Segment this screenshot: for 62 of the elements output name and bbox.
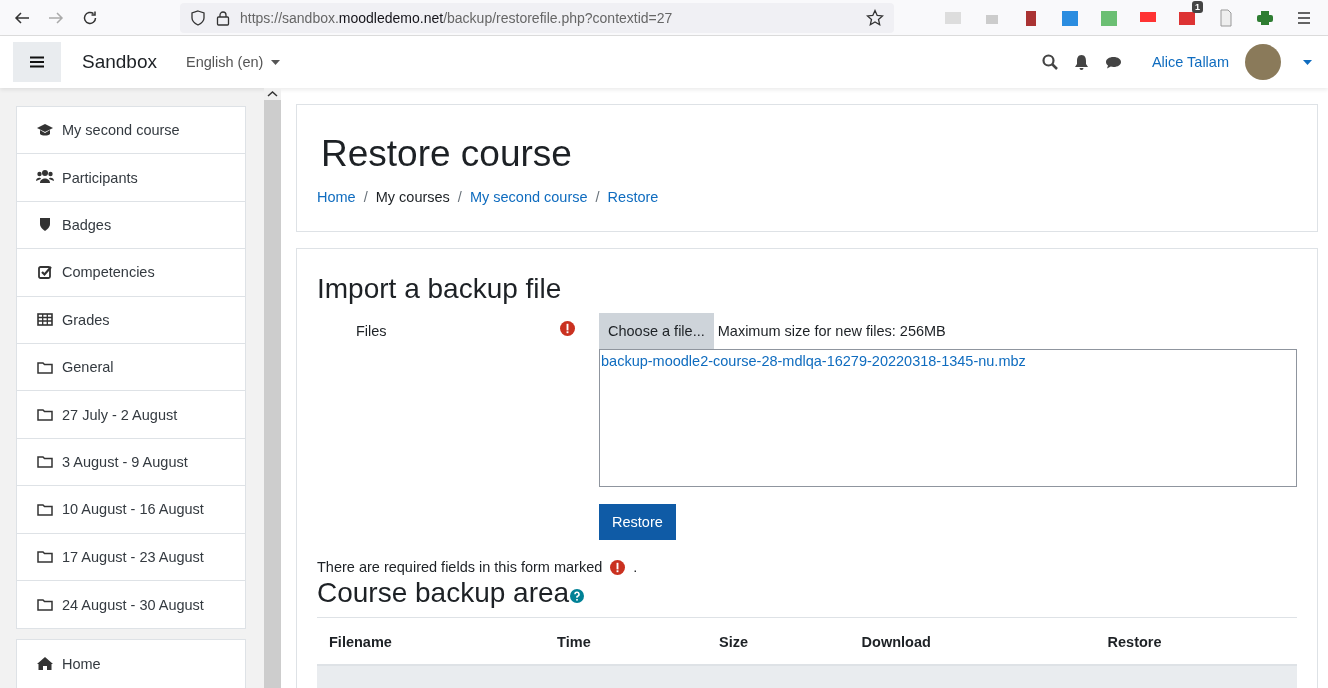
sidebar-item[interactable]: My second course <box>17 107 245 155</box>
sidebar-item[interactable]: General <box>17 343 245 392</box>
breadcrumb-link[interactable]: My second course <box>469 189 588 205</box>
caret-icon <box>271 59 281 65</box>
breadcrumb-separator: / <box>595 189 600 205</box>
required-note-end: . <box>633 559 638 575</box>
check-icon <box>36 263 54 281</box>
chat-icon[interactable] <box>1104 54 1122 70</box>
sidebar-item[interactable]: 27 July - 2 August <box>17 391 245 439</box>
notification-badge: 1 <box>1192 0 1203 13</box>
choose-file-button[interactable]: Choose a file... <box>599 313 714 349</box>
sidebar-item[interactable]: Competencies <box>17 249 245 297</box>
sidebar-item[interactable]: Grades <box>17 296 245 344</box>
scroll-up-icon[interactable] <box>264 88 281 100</box>
folder-icon <box>36 596 54 614</box>
max-size-text: Maximum size for new files: 256MB <box>717 323 946 339</box>
file-drop-area[interactable]: backup-moodle2-course-28-mdlqa-16279-20220318-1345-nu.mbz <box>599 349 1297 487</box>
sidebar-item[interactable]: 10 August - 16 August <box>17 486 245 534</box>
menu-button[interactable] <box>13 42 61 82</box>
back-icon <box>14 9 30 26</box>
section-title: Course backup area <box>317 577 570 609</box>
restore-button[interactable]: Restore <box>599 504 676 540</box>
folder-icon <box>36 453 54 471</box>
field-label: Files <box>355 322 388 341</box>
page-title: Restore course <box>321 133 573 175</box>
home-icon <box>36 655 54 673</box>
star-icon[interactable] <box>866 8 884 27</box>
menu-icon <box>30 56 44 68</box>
help-icon[interactable] <box>570 589 585 603</box>
sidebar-item[interactable]: Home <box>17 640 245 688</box>
sidebar-item[interactable]: 17 August - 23 August <box>17 533 245 581</box>
file-link[interactable]: backup-moodle2-course-28-mdlqa-16279-20220318-1345-nu.mbz <box>601 353 1026 369</box>
required-icon <box>560 321 575 336</box>
folder-icon <box>36 406 54 424</box>
sidebar-item[interactable]: 3 August - 9 August <box>17 438 245 487</box>
avatar[interactable] <box>1245 44 1281 80</box>
folder-icon <box>36 548 54 566</box>
sidebar-item[interactable]: Badges <box>17 201 245 250</box>
address-bar[interactable]: https://sandbox.moodledemo.net/backup/restorefile.php?contextid=27 <box>180 2 894 33</box>
bell-icon[interactable] <box>1073 54 1089 70</box>
reload-icon <box>82 9 98 26</box>
required-note: There are required fields in this form marked <box>317 559 603 575</box>
breadcrumb-text: My courses <box>375 189 450 205</box>
breadcrumb-link[interactable]: Home <box>317 189 356 205</box>
forward-icon <box>48 9 64 26</box>
breadcrumb-separator: / <box>363 189 368 205</box>
sidebar-item[interactable]: 24 August - 30 August <box>17 580 245 629</box>
table-icon <box>36 311 54 329</box>
caret-icon[interactable] <box>1303 59 1312 65</box>
site-name[interactable]: Sandbox <box>82 51 157 73</box>
required-icon <box>610 559 626 575</box>
section-title: Import a backup file <box>317 273 563 305</box>
user-name[interactable]: Alice Tallam <box>1151 54 1229 70</box>
breadcrumb-separator: / <box>457 189 462 205</box>
breadcrumb-link[interactable]: Restore <box>607 189 659 205</box>
search-icon[interactable] <box>1041 54 1058 70</box>
shield-icon <box>190 9 206 26</box>
url-text: https://sandbox.moodledemo.net/backup/restorefile.php?contextid=27 <box>240 9 673 26</box>
scrollbar[interactable] <box>264 88 281 688</box>
lock-icon <box>216 9 230 26</box>
language-menu[interactable]: English (en) <box>180 53 287 71</box>
sidebar-item[interactable]: Participants <box>17 154 245 202</box>
